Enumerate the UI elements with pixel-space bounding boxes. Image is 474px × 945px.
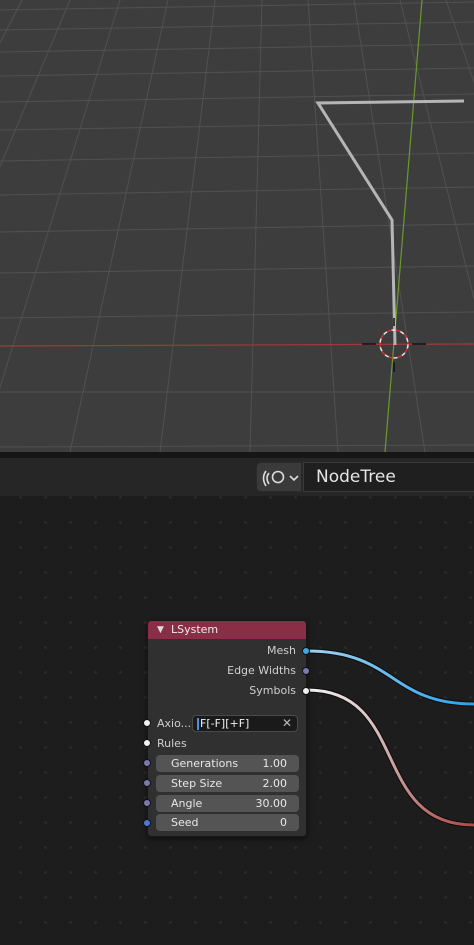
input-socket-axiom[interactable] xyxy=(143,719,151,727)
seed-field[interactable]: Seed 0 xyxy=(156,814,299,831)
input-socket-angle[interactable] xyxy=(143,799,151,807)
generations-value: 1.00 xyxy=(262,757,288,770)
output-label-mesh: Mesh xyxy=(267,644,296,657)
lsystem-node[interactable]: ▼ LSystem Mesh Edge Widths Symbols Axio.… xyxy=(143,620,310,837)
rules-label: Rules xyxy=(157,737,187,750)
node-header[interactable]: ▼ LSystem xyxy=(148,621,306,639)
node-title: LSystem xyxy=(171,623,219,636)
seed-value: 0 xyxy=(280,816,287,829)
angle-field[interactable]: Angle 30.00 xyxy=(156,795,299,812)
output-label-symbols: Symbols xyxy=(249,684,296,697)
clear-icon[interactable]: ✕ xyxy=(282,716,292,731)
input-socket-step-size[interactable] xyxy=(143,779,151,787)
output-socket-mesh[interactable] xyxy=(302,647,310,655)
axiom-input[interactable]: F[-F][+F] ✕ xyxy=(192,715,298,732)
step-size-value: 2.00 xyxy=(262,777,288,790)
generations-label: Generations xyxy=(171,757,239,770)
output-socket-symbols[interactable] xyxy=(302,687,310,695)
angle-value: 30.00 xyxy=(255,797,288,810)
step-size-label: Step Size xyxy=(171,777,223,790)
output-label-edge-widths: Edge Widths xyxy=(227,664,296,677)
collapse-chevron-icon[interactable]: ▼ xyxy=(157,621,164,639)
output-socket-edge-widths[interactable] xyxy=(302,667,310,675)
axiom-label: Axio... xyxy=(157,717,192,730)
step-size-field[interactable]: Step Size 2.00 xyxy=(156,775,299,792)
input-socket-generations[interactable] xyxy=(143,759,151,767)
angle-label: Angle xyxy=(171,797,203,810)
axiom-value: F[-F][+F] xyxy=(200,717,250,730)
generations-field[interactable]: Generations 1.00 xyxy=(156,755,299,772)
seed-label: Seed xyxy=(171,816,199,829)
input-socket-seed[interactable] xyxy=(143,819,151,827)
input-socket-rules[interactable] xyxy=(143,739,151,747)
text-caret xyxy=(197,718,199,730)
